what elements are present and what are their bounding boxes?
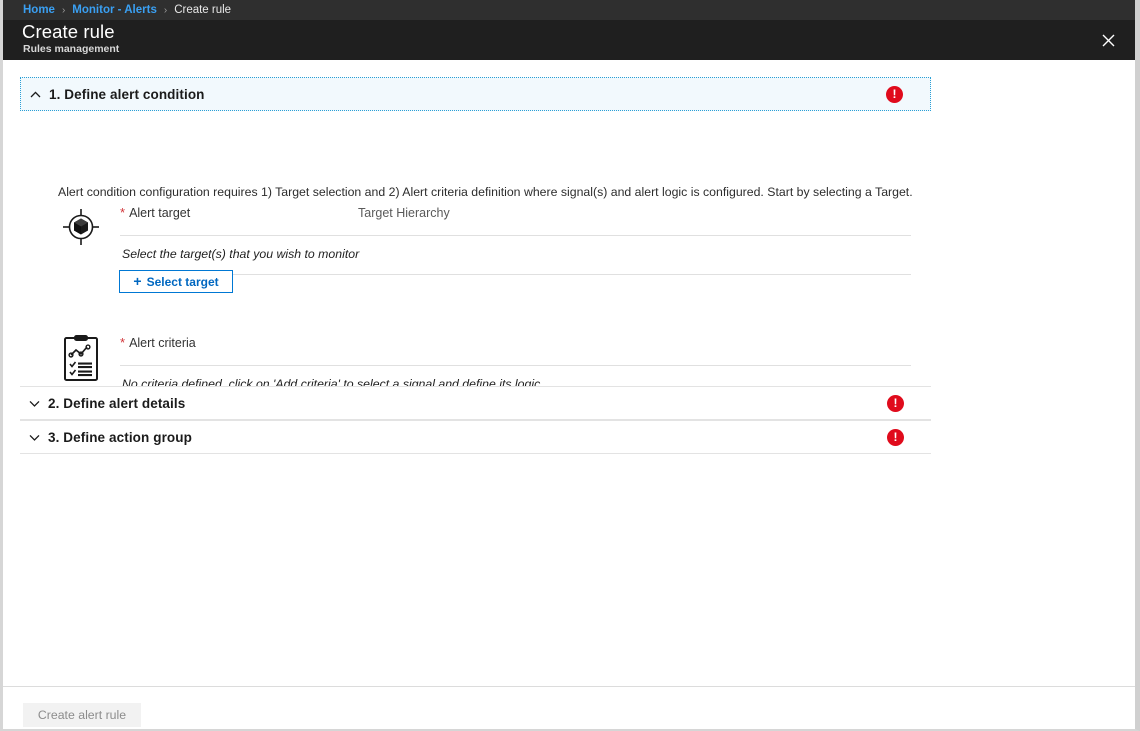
alert-target-label-row: * Alert target Target Hierarchy <box>120 206 911 226</box>
alert-target-empty-text: Select the target(s) that you wish to mo… <box>122 247 360 261</box>
section-header-define-alert-details[interactable]: 2. Define alert details ! <box>20 386 931 420</box>
chevron-up-icon <box>21 90 49 98</box>
breadcrumb: Home › Monitor - Alerts › Create rule <box>3 0 1135 20</box>
page-subtitle: Rules management <box>23 43 120 55</box>
alert-criteria-label: Alert criteria <box>129 336 196 350</box>
chevron-down-icon <box>20 434 48 441</box>
required-marker: * <box>120 335 126 350</box>
chevron-down-icon <box>20 400 48 407</box>
section-title-define-alert-condition: 1. Define alert condition <box>49 86 205 102</box>
blade-title-bar: Create rule Rules management <box>3 20 1135 60</box>
target-hierarchy-column-header: Target Hierarchy <box>358 206 450 220</box>
error-exclamation-icon: ! <box>887 394 904 412</box>
error-exclamation-icon: ! <box>887 428 904 446</box>
divider <box>120 274 911 275</box>
breadcrumb-separator-icon: › <box>61 4 66 16</box>
alert-target-body: * Alert target Target Hierarchy Select t… <box>120 206 911 275</box>
section-title-define-alert-details: 2. Define alert details <box>48 395 186 411</box>
section-title-define-action-group: 3. Define action group <box>48 429 192 445</box>
select-target-button-label: Select target <box>146 274 219 289</box>
alert-target-label: Alert target <box>129 206 191 220</box>
blade-footer: Create alert rule <box>3 686 1135 729</box>
blade-frame: Home › Monitor - Alerts › Create rule Cr… <box>0 0 1140 731</box>
section-header-define-alert-condition[interactable]: 1. Define alert condition ! <box>20 77 931 111</box>
close-button[interactable] <box>1087 20 1129 60</box>
create-alert-rule-button[interactable]: Create alert rule <box>23 703 141 727</box>
blade-content: 1. Define alert condition ! Alert condit… <box>3 60 1135 686</box>
breadcrumb-item-create-rule: Create rule <box>174 4 232 16</box>
alert-criteria-label-row: * Alert criteria <box>120 336 911 356</box>
page-title: Create rule <box>22 21 115 42</box>
breadcrumb-item-home[interactable]: Home <box>23 4 55 16</box>
breadcrumb-item-monitor-alerts[interactable]: Monitor - Alerts <box>72 4 157 16</box>
error-exclamation-icon: ! <box>886 85 903 103</box>
breadcrumb-separator-icon: › <box>163 4 168 16</box>
section-description: Alert condition configuration requires 1… <box>58 185 913 199</box>
required-marker: * <box>120 205 126 220</box>
target-resource-icon <box>59 205 103 249</box>
plus-icon: + <box>133 273 142 289</box>
criteria-clipboard-icon <box>59 335 103 381</box>
close-icon <box>1102 34 1115 47</box>
select-target-button[interactable]: + Select target <box>119 270 233 293</box>
section-header-define-action-group[interactable]: 3. Define action group ! <box>20 420 931 454</box>
